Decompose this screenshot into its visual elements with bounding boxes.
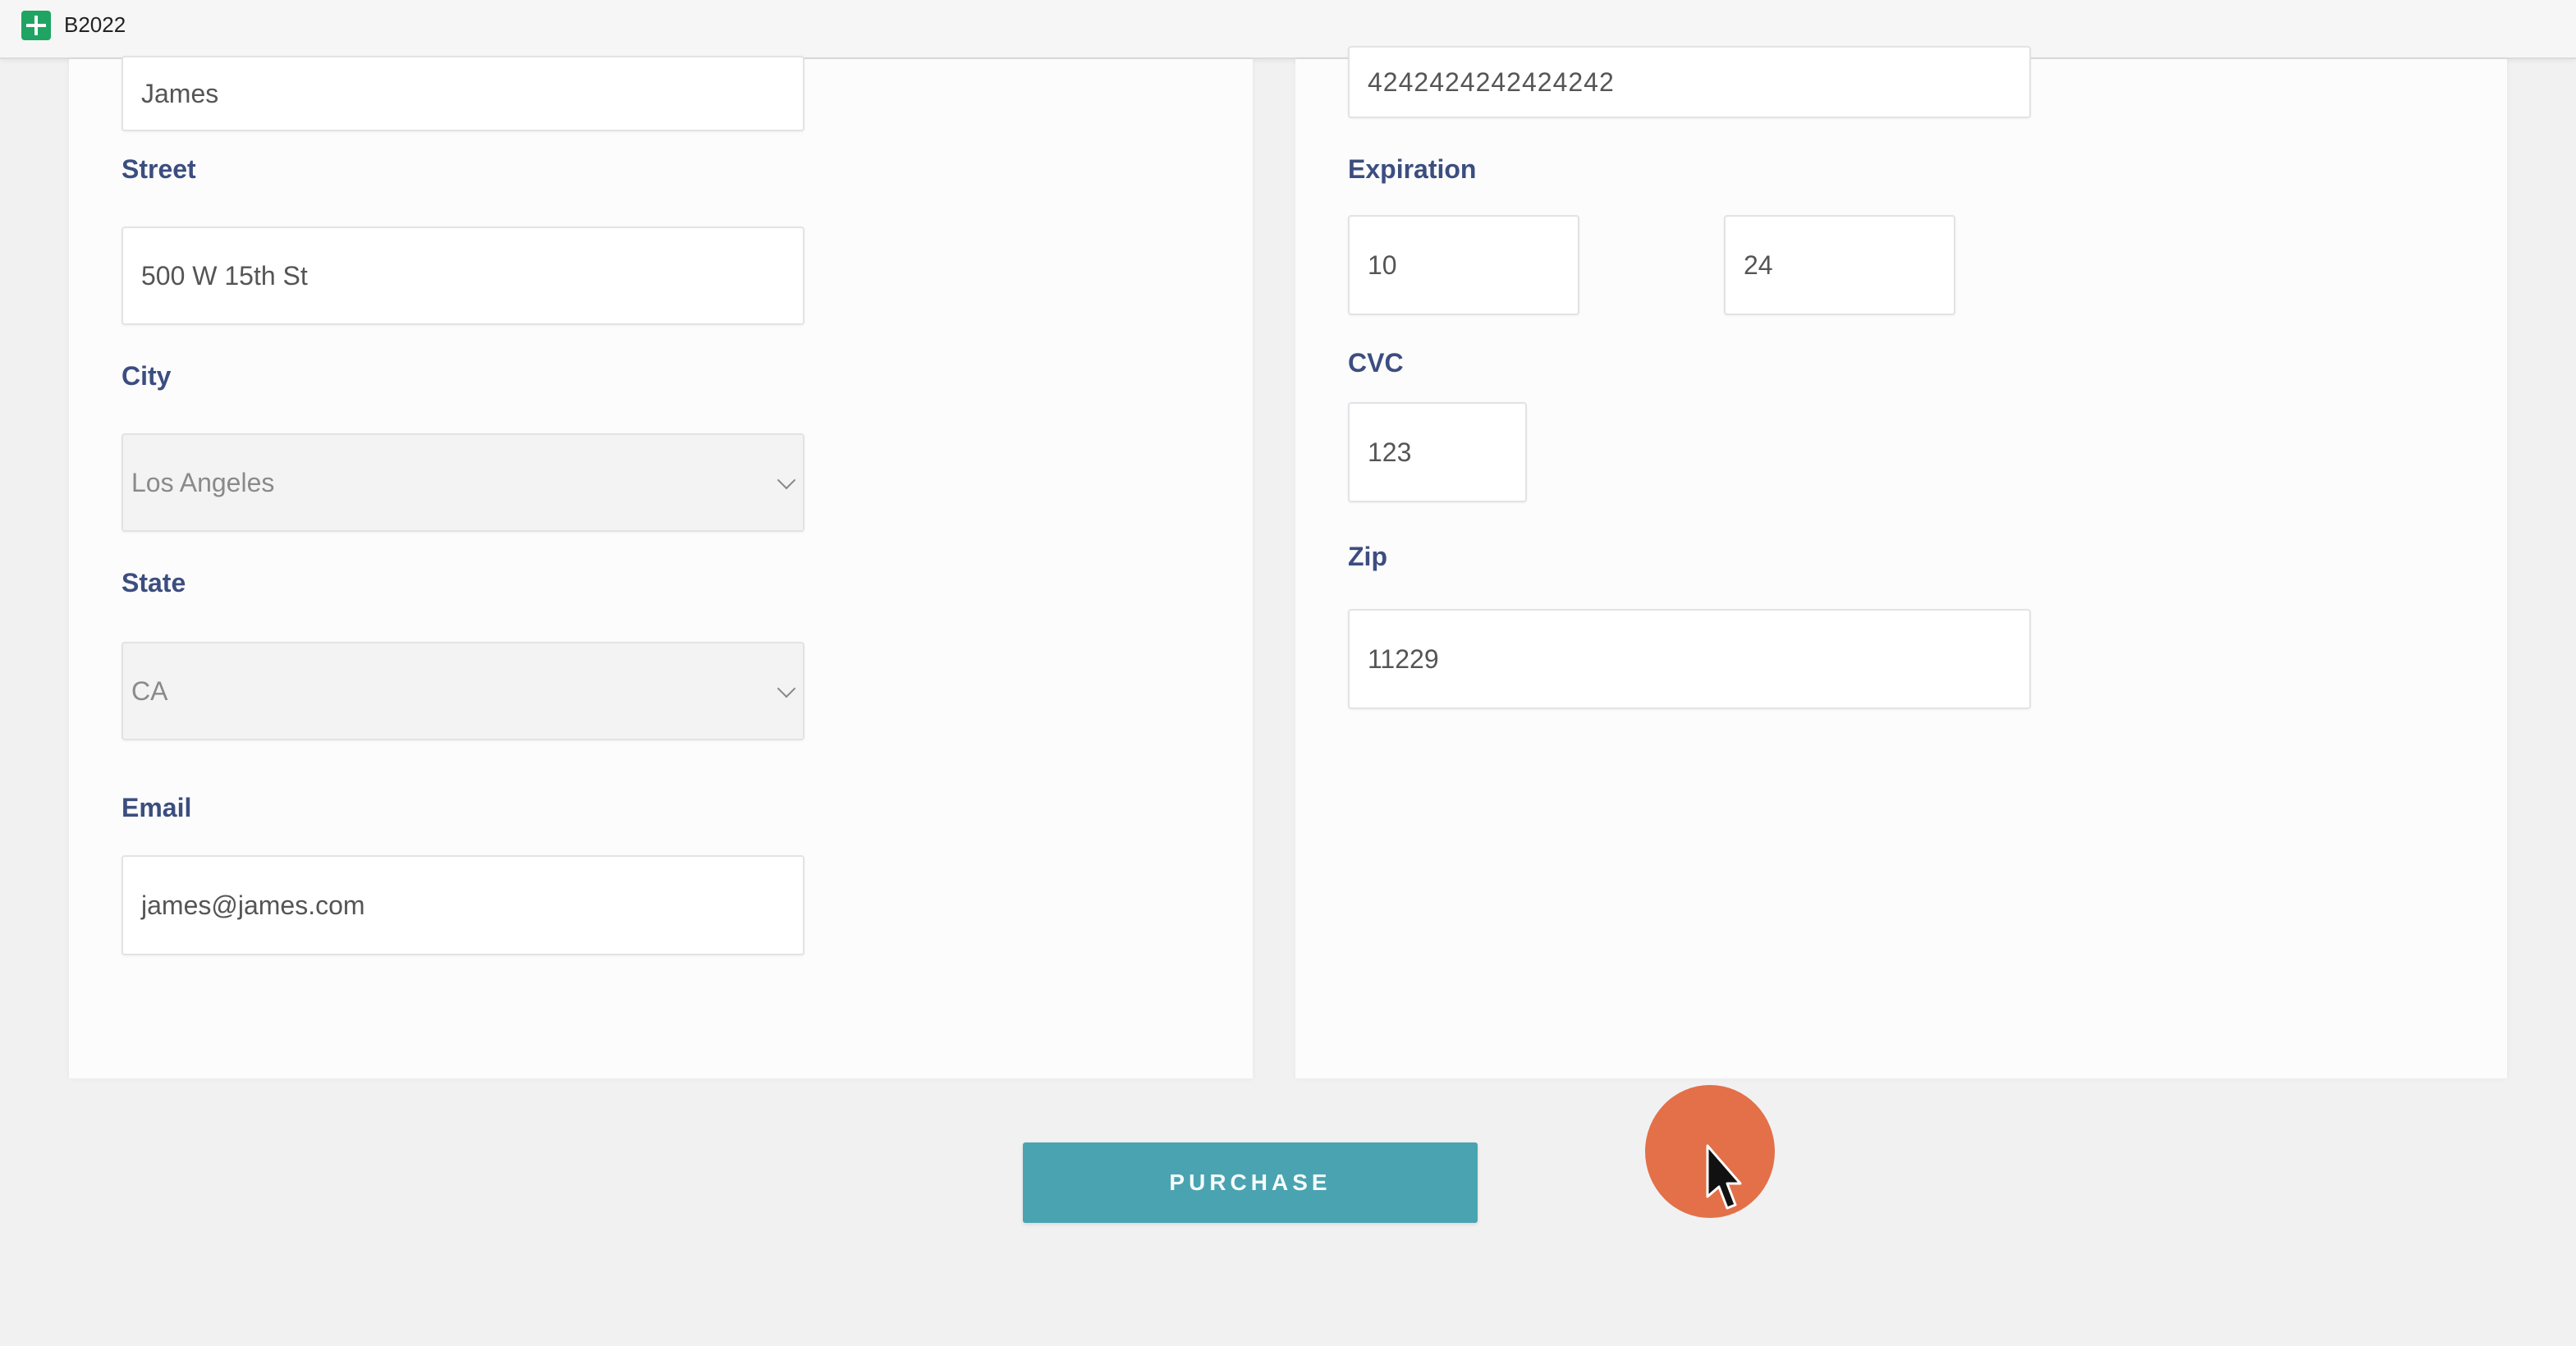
chevron-down-icon (777, 679, 796, 698)
purchase-button[interactable]: PURCHASE (1023, 1142, 1478, 1223)
window-titlebar: B2022 (0, 0, 2576, 59)
window-title: B2022 (64, 12, 126, 37)
name-field[interactable]: James (121, 56, 804, 131)
state-select-value: CA (131, 676, 168, 706)
cvc-field[interactable]: 123 (1348, 402, 1527, 502)
sheets-app-icon (21, 11, 51, 40)
cvc-label: CVC (1348, 348, 1404, 378)
card-number-field[interactable]: 4242424242424242 (1348, 46, 2031, 118)
exp-year-field[interactable]: 24 (1724, 215, 1955, 315)
state-label: State (121, 568, 186, 597)
expiration-label: Expiration (1348, 154, 1477, 184)
street-field[interactable]: 500 W 15th St (121, 227, 804, 325)
state-select[interactable]: CA (121, 642, 804, 740)
email-field[interactable]: james@james.com (121, 855, 804, 955)
city-select-value: Los Angeles (131, 468, 275, 497)
email-label: Email (121, 793, 192, 822)
street-label: Street (121, 154, 196, 184)
payment-panel (1295, 59, 2507, 1078)
exp-month-field[interactable]: 10 (1348, 215, 1579, 315)
chevron-down-icon (777, 470, 796, 490)
city-label: City (121, 361, 172, 391)
zip-label: Zip (1348, 542, 1387, 571)
city-select[interactable]: Los Angeles (121, 433, 804, 532)
zip-field[interactable]: 11229 (1348, 609, 2031, 709)
mouse-pointer-icon (1706, 1144, 1742, 1210)
